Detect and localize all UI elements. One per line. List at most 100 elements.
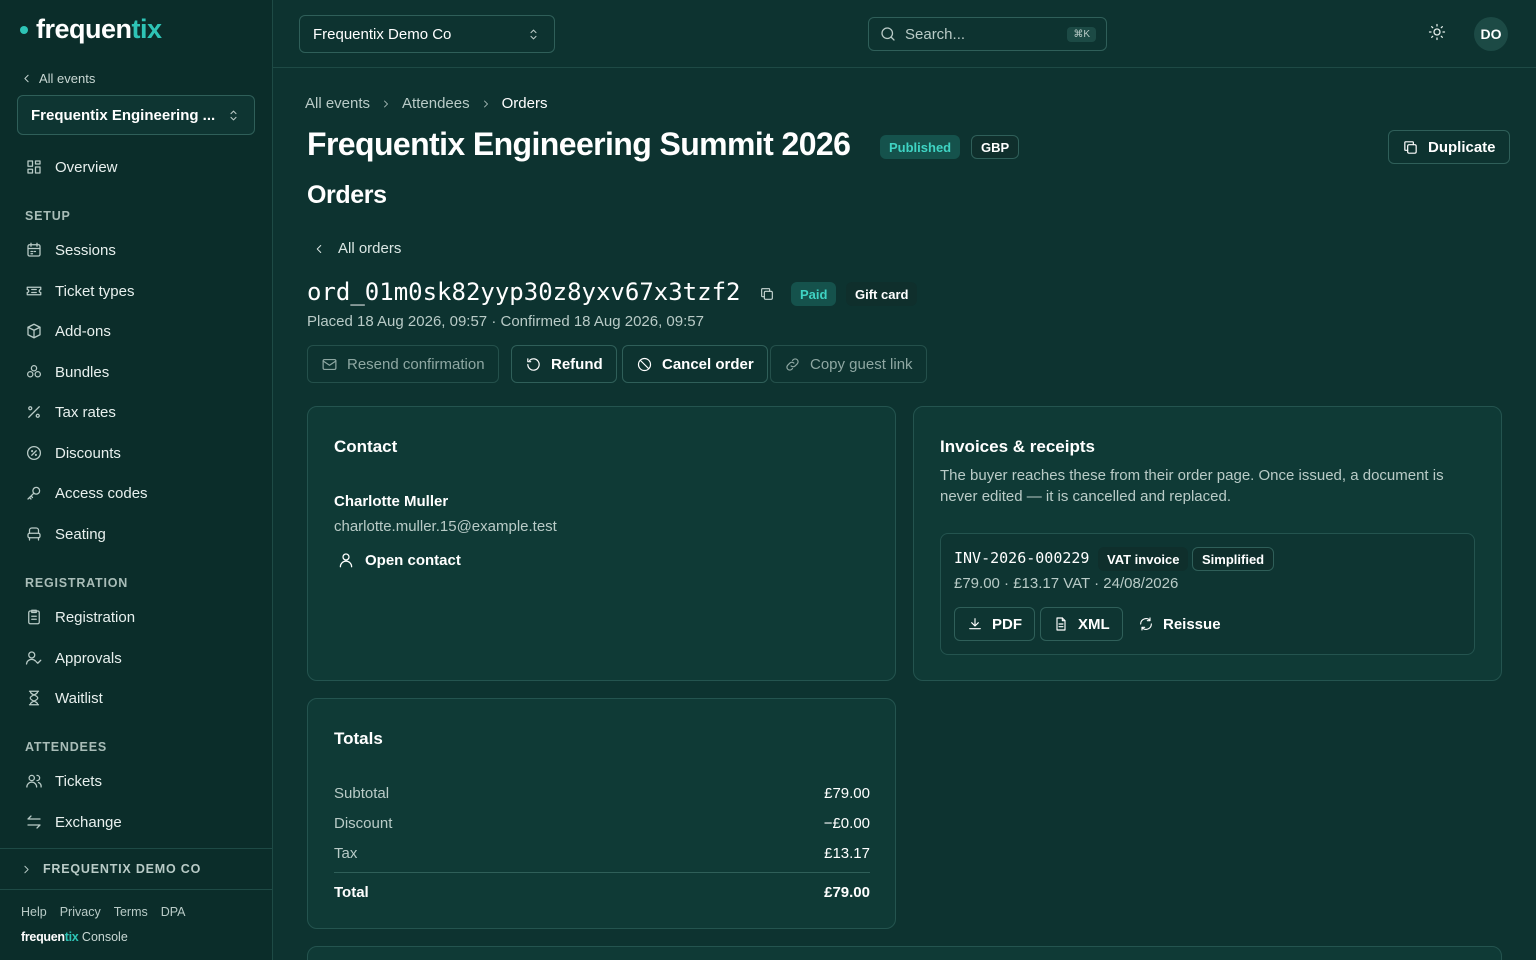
sidebar-item-discounts[interactable]: Discounts bbox=[17, 435, 255, 471]
sidebar-item-seating[interactable]: Seating bbox=[17, 516, 255, 552]
chevron-right-icon bbox=[20, 863, 33, 876]
file-icon bbox=[1053, 616, 1069, 632]
org-switcher-row[interactable]: FREQUENTIX DEMO CO bbox=[0, 848, 272, 890]
logo-dot-icon bbox=[20, 25, 28, 34]
invoice-pdf-button[interactable]: PDF bbox=[954, 607, 1035, 641]
invoice-meta: £79.00 · £13.17 VAT · 24/08/2026 bbox=[954, 575, 1179, 592]
sidebar-item-add-ons[interactable]: Add-ons bbox=[17, 313, 255, 349]
percent-icon bbox=[25, 403, 43, 421]
resend-confirmation-button[interactable]: Resend confirmation bbox=[307, 345, 499, 383]
chevron-right-icon bbox=[380, 98, 392, 110]
totals-label: Subtotal bbox=[334, 785, 390, 802]
invoice-item: INV-2026-000229 VAT invoice Simplified £… bbox=[940, 533, 1475, 655]
sidebar-item-sessions[interactable]: Sessions bbox=[17, 232, 255, 268]
sidebar-item-tax-rates[interactable]: Tax rates bbox=[17, 394, 255, 430]
breadcrumb-attendees[interactable]: Attendees bbox=[402, 95, 470, 112]
refund-label: Refund bbox=[551, 355, 603, 373]
mail-icon bbox=[321, 356, 338, 373]
sidebar-item-approvals[interactable]: Approvals bbox=[17, 640, 255, 676]
totals-label: Discount bbox=[334, 815, 393, 832]
footer-brand-a: frequen bbox=[21, 930, 65, 944]
chevron-left-icon bbox=[20, 72, 33, 85]
package-icon bbox=[25, 322, 43, 340]
sidebar-item-label: Registration bbox=[55, 608, 136, 626]
currency-badge: GBP bbox=[971, 135, 1020, 159]
sidebar-item-overview[interactable]: Overview bbox=[17, 149, 255, 185]
next-card bbox=[307, 946, 1502, 960]
chevron-up-down-icon bbox=[226, 108, 241, 123]
footer-brand-b: tix bbox=[64, 930, 79, 944]
totals-divider bbox=[334, 872, 870, 873]
users-icon bbox=[25, 772, 43, 790]
sidebar-item-label: Sessions bbox=[55, 241, 116, 259]
dashboard-icon bbox=[25, 158, 43, 176]
sidebar-item-ticket-types[interactable]: Ticket types bbox=[17, 273, 255, 309]
all-events-link[interactable]: All events bbox=[20, 71, 95, 86]
invoices-card: Invoices & receipts The buyer reaches th… bbox=[913, 406, 1502, 681]
chevron-right-icon bbox=[480, 98, 492, 110]
avatar[interactable]: DO bbox=[1474, 17, 1508, 51]
user-check-icon bbox=[25, 649, 43, 667]
sidebar-item-tickets[interactable]: Tickets bbox=[17, 763, 255, 799]
invoice-kind-badge: Simplified bbox=[1192, 547, 1275, 571]
contact-card: Contact Charlotte Muller charlotte.mulle… bbox=[307, 406, 896, 681]
link-icon bbox=[784, 356, 801, 373]
sidebar-item-label: Discounts bbox=[55, 444, 121, 462]
footer-link-privacy[interactable]: Privacy bbox=[60, 905, 101, 919]
invoice-xml-button[interactable]: XML bbox=[1040, 607, 1123, 641]
section-title: Orders bbox=[307, 181, 387, 209]
refresh-icon bbox=[1138, 616, 1154, 632]
invoice-reissue-button[interactable]: Reissue bbox=[1125, 607, 1234, 641]
nav-section-setup: SETUP bbox=[25, 209, 71, 223]
totals-row-subtotal: Subtotal £79.00 bbox=[334, 785, 870, 802]
breadcrumb-all-events[interactable]: All events bbox=[305, 95, 370, 112]
footer-link-help[interactable]: Help bbox=[21, 905, 47, 919]
open-contact-button[interactable]: Open contact bbox=[334, 551, 461, 569]
breadcrumb-orders: Orders bbox=[501, 95, 548, 112]
contact-title: Contact bbox=[334, 437, 398, 456]
invoice-type-badge: VAT invoice bbox=[1098, 547, 1189, 571]
org-row-label: FREQUENTIX DEMO CO bbox=[43, 862, 202, 876]
footer-links: Help Privacy Terms DPA bbox=[21, 905, 186, 919]
all-orders-label: All orders bbox=[338, 240, 402, 257]
sidebar-item-label: Ticket types bbox=[55, 282, 135, 300]
resend-label: Resend confirmation bbox=[347, 355, 485, 373]
org-select[interactable]: Frequentix Demo Co bbox=[299, 15, 555, 53]
copy-order-id-icon[interactable] bbox=[759, 286, 775, 302]
all-orders-link[interactable]: All orders bbox=[312, 240, 401, 257]
sidebar-item-bundles[interactable]: Bundles bbox=[17, 354, 255, 390]
sidebar-item-registration[interactable]: Registration bbox=[17, 599, 255, 635]
clipboard-icon bbox=[25, 608, 43, 626]
sidebar-item-label: Access codes bbox=[55, 484, 148, 502]
duplicate-button[interactable]: Duplicate bbox=[1388, 130, 1510, 164]
footer-console: Console bbox=[81, 930, 128, 944]
sidebar-item-access-codes[interactable]: Access codes bbox=[17, 475, 255, 511]
all-events-label: All events bbox=[39, 71, 96, 86]
breadcrumb: All events Attendees Orders bbox=[305, 95, 547, 112]
search-placeholder: Search... bbox=[905, 25, 966, 43]
sidebar-item-label: Tickets bbox=[55, 772, 102, 790]
cancel-order-button[interactable]: Cancel order bbox=[622, 345, 768, 383]
search-icon bbox=[879, 25, 897, 43]
totals-row-discount: Discount −£0.00 bbox=[334, 815, 870, 832]
order-status-badge: Paid bbox=[791, 282, 837, 306]
total-value: £79.00 bbox=[824, 884, 870, 901]
copy-guest-link-button[interactable]: Copy guest link bbox=[770, 345, 927, 383]
sidebar-item-waitlist[interactable]: Waitlist bbox=[17, 680, 255, 716]
footer-link-terms[interactable]: Terms bbox=[114, 905, 148, 919]
brand-logo[interactable]: frequentix bbox=[20, 14, 162, 45]
hourglass-icon bbox=[25, 689, 43, 707]
theme-toggle-sun-icon[interactable] bbox=[1428, 23, 1446, 41]
ban-icon bbox=[636, 356, 653, 373]
totals-row-total: Total £79.00 bbox=[334, 884, 870, 901]
refund-button[interactable]: Refund bbox=[511, 345, 617, 383]
sidebar-item-exchange[interactable]: Exchange bbox=[17, 804, 255, 840]
duplicate-label: Duplicate bbox=[1428, 138, 1496, 156]
search-input[interactable]: Search... ⌘K bbox=[868, 17, 1107, 51]
event-select-value: Frequentix Engineering ... bbox=[31, 106, 216, 124]
event-select[interactable]: Frequentix Engineering ... bbox=[17, 95, 255, 135]
totals-value: £13.17 bbox=[824, 845, 870, 862]
footer-link-dpa[interactable]: DPA bbox=[161, 905, 186, 919]
user-icon bbox=[337, 551, 355, 569]
refund-icon bbox=[525, 356, 542, 373]
